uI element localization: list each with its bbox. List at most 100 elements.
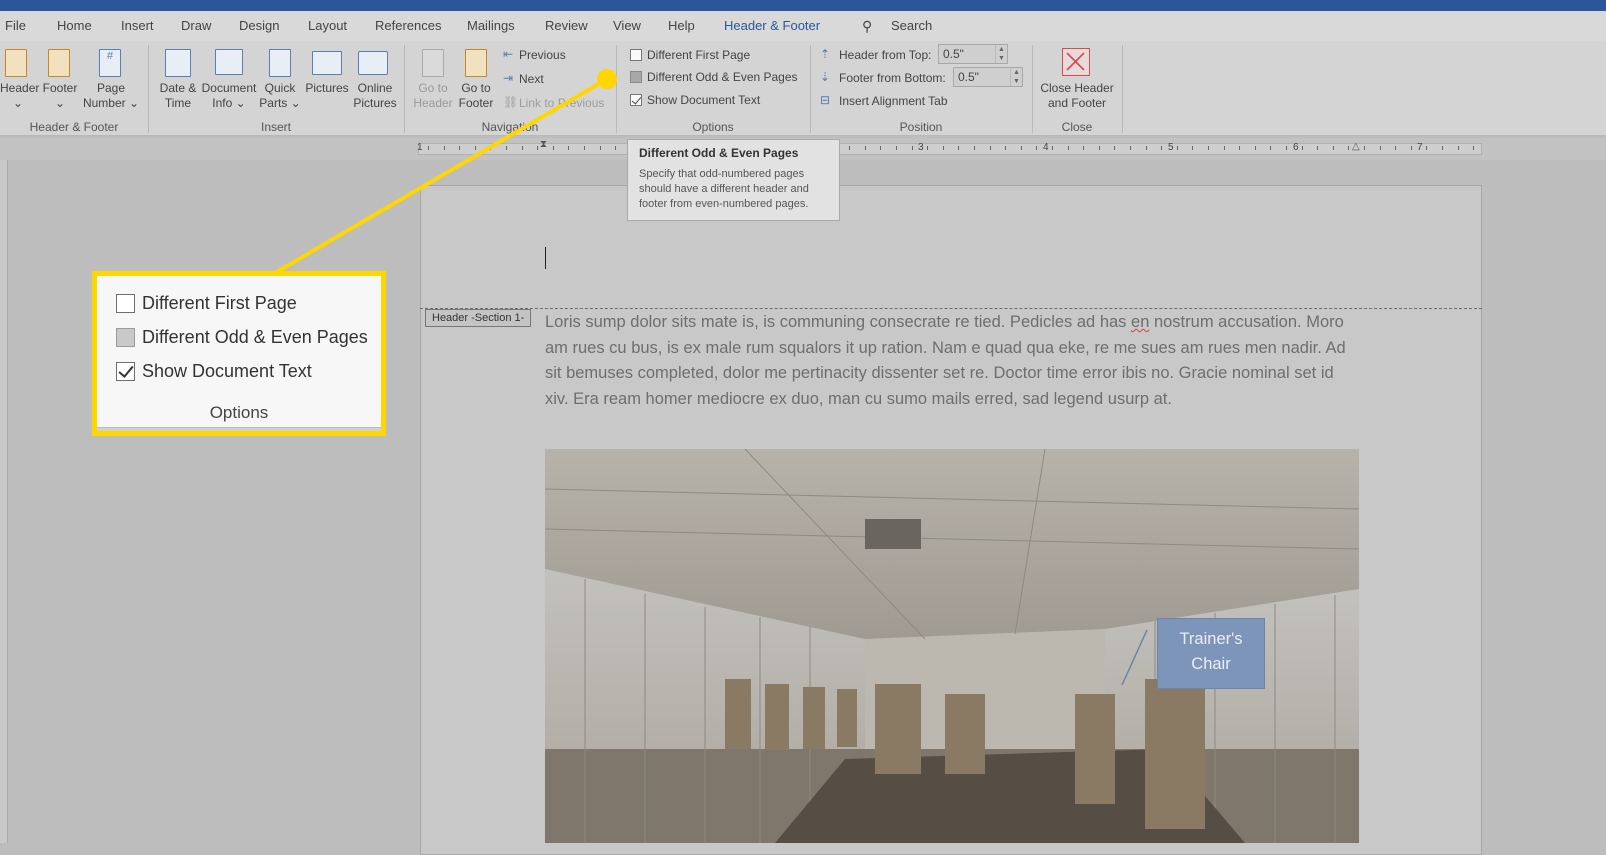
zoom-options-group-label: Options: [209, 403, 269, 422]
ruler-tick: [506, 146, 507, 150]
tab-review[interactable]: Review: [545, 18, 588, 33]
body-paragraph[interactable]: Loris sump dolor sits mate is, is commun…: [545, 310, 1360, 412]
zoom-show-document-text-checkbox[interactable]: [116, 362, 135, 381]
group-label-position: Position: [899, 120, 943, 134]
show-document-text-label: Show Document Text: [647, 93, 761, 107]
header-boundary: [420, 308, 1482, 309]
group-label-options: Options: [692, 120, 734, 134]
ruler-tick: [1224, 146, 1225, 150]
tooltip-body: Specify that odd-numbered pages should h…: [639, 168, 809, 210]
document-info-button[interactable]: Document Info ⌄: [200, 81, 258, 111]
group-label-header-footer: Header & Footer: [29, 120, 119, 134]
misspelled-word[interactable]: en: [1131, 313, 1149, 331]
footer-button[interactable]: Footer ⌄: [40, 81, 80, 111]
tooltip-title: Different Odd & Even Pages: [639, 146, 799, 160]
tab-view[interactable]: View: [613, 18, 641, 33]
date-time-button[interactable]: Date & Time: [155, 81, 201, 111]
tab-file[interactable]: File: [5, 18, 26, 33]
ruler-tick: [1458, 146, 1459, 150]
ruler-tick: [428, 146, 429, 150]
ruler-tick: [537, 146, 538, 150]
ribbon-tabs: File Home Insert Draw Design Layout Refe…: [0, 11, 1606, 51]
ruler-tick: [1380, 146, 1381, 150]
group-label-close: Close: [1061, 120, 1093, 134]
ruler-tick: [974, 146, 975, 150]
show-document-text-checkbox[interactable]: [630, 94, 642, 106]
document-info-icon: [215, 49, 243, 75]
ruler-tick: [1442, 146, 1443, 150]
tab-insert[interactable]: Insert: [121, 18, 154, 33]
previous-button[interactable]: Previous: [519, 48, 566, 62]
ruler-number: 5: [1168, 142, 1174, 153]
indent-marker[interactable]: ⧗: [540, 139, 547, 150]
ruler-tick: [459, 146, 460, 150]
search-icon[interactable]: ⚲: [862, 18, 872, 35]
ruler-tick: [1473, 146, 1474, 150]
ruler-tick: [553, 146, 554, 150]
tab-home[interactable]: Home: [57, 18, 92, 33]
footer-from-bottom-input[interactable]: 0.5" ▲ ▼: [953, 67, 1023, 87]
ruler-tick: [1317, 146, 1318, 150]
tab-references[interactable]: References: [375, 18, 441, 33]
text-cursor: [545, 247, 546, 269]
ruler-tick: [1192, 146, 1193, 150]
ruler-tick: [1426, 146, 1427, 150]
different-first-page-checkbox[interactable]: [630, 49, 642, 61]
ruler-tick: [1270, 146, 1271, 150]
ruler-tick: [568, 146, 569, 150]
ruler-tick: [1208, 146, 1209, 150]
quick-parts-button[interactable]: Quick Parts ⌄: [258, 81, 302, 111]
next-icon: ⇥: [503, 71, 514, 85]
zoom-show-document-text-label: Show Document Text: [142, 361, 312, 381]
ruler-tick: [1130, 146, 1131, 150]
close-header-footer-button[interactable]: Close Header and Footer: [1036, 81, 1118, 111]
ruler-number: 6: [1293, 142, 1299, 153]
options-zoom-panel: Different First Page Different Odd & Eve…: [92, 271, 386, 436]
ruler-tick: [1114, 146, 1115, 150]
ruler-number: 3: [918, 142, 924, 153]
tab-draw[interactable]: Draw: [181, 18, 211, 33]
quick-parts-icon: [269, 49, 291, 77]
tab-mailings[interactable]: Mailings: [467, 18, 515, 33]
ruler-tick: [444, 146, 445, 150]
search-box[interactable]: Search: [891, 18, 932, 33]
tab-design[interactable]: Design: [239, 18, 279, 33]
online-pictures-button[interactable]: Online Pictures: [352, 81, 398, 111]
zoom-different-first-page-checkbox[interactable]: [116, 294, 135, 313]
header-from-top-input[interactable]: 0.5" ▲ ▼: [938, 44, 1008, 64]
zoom-different-odd-even-checkbox[interactable]: [116, 328, 135, 347]
ruler-tick: [1099, 146, 1100, 150]
ruler-tick: [1364, 146, 1365, 150]
go-to-header-button[interactable]: Go to Header: [412, 81, 454, 111]
ruler-number: 7: [1417, 142, 1423, 153]
zoom-different-first-page-label: Different First Page: [142, 293, 297, 313]
trainers-chair-callout[interactable]: Trainer's Chair: [1157, 618, 1265, 689]
different-odd-even-checkbox[interactable]: [630, 71, 642, 83]
zoom-different-odd-even-label: Different Odd & Even Pages: [142, 327, 368, 347]
tab-help[interactable]: Help: [668, 18, 695, 33]
pictures-button[interactable]: Pictures: [302, 81, 352, 96]
tab-header-footer[interactable]: Header & Footer: [724, 18, 820, 33]
tab-layout[interactable]: Layout: [308, 18, 347, 33]
ruler-tick: [1146, 146, 1147, 150]
header-button[interactable]: Header ⌄: [0, 81, 39, 111]
page-number-button[interactable]: Page Number ⌄: [82, 81, 140, 111]
go-to-footer-button[interactable]: Go to Footer: [455, 81, 497, 111]
link-to-previous-button[interactable]: Link to Previous: [519, 96, 604, 110]
ruler-tick: [1161, 146, 1162, 150]
next-button[interactable]: Next: [519, 72, 544, 86]
ruler-tick: [584, 146, 585, 150]
ruler-tick: [1036, 146, 1037, 150]
ribbon: Header ⌄ Footer ⌄ # Page Number ⌄ Header & …: [0, 41, 1606, 136]
ruler-tick: [522, 146, 523, 150]
right-indent-marker[interactable]: △: [1352, 141, 1360, 152]
footer-position-icon: ⇣: [820, 70, 831, 84]
footer-icon: [48, 49, 70, 77]
tooltip: Different Odd & Even Pages Specify that …: [627, 139, 840, 221]
ruler-tick: [1239, 146, 1240, 150]
ruler-tick: [927, 146, 928, 150]
header-position-icon: ⇡: [820, 47, 831, 61]
insert-alignment-tab-button[interactable]: Insert Alignment Tab: [839, 94, 948, 108]
zoom-divider: [97, 427, 381, 431]
go-to-header-icon: [422, 49, 444, 77]
